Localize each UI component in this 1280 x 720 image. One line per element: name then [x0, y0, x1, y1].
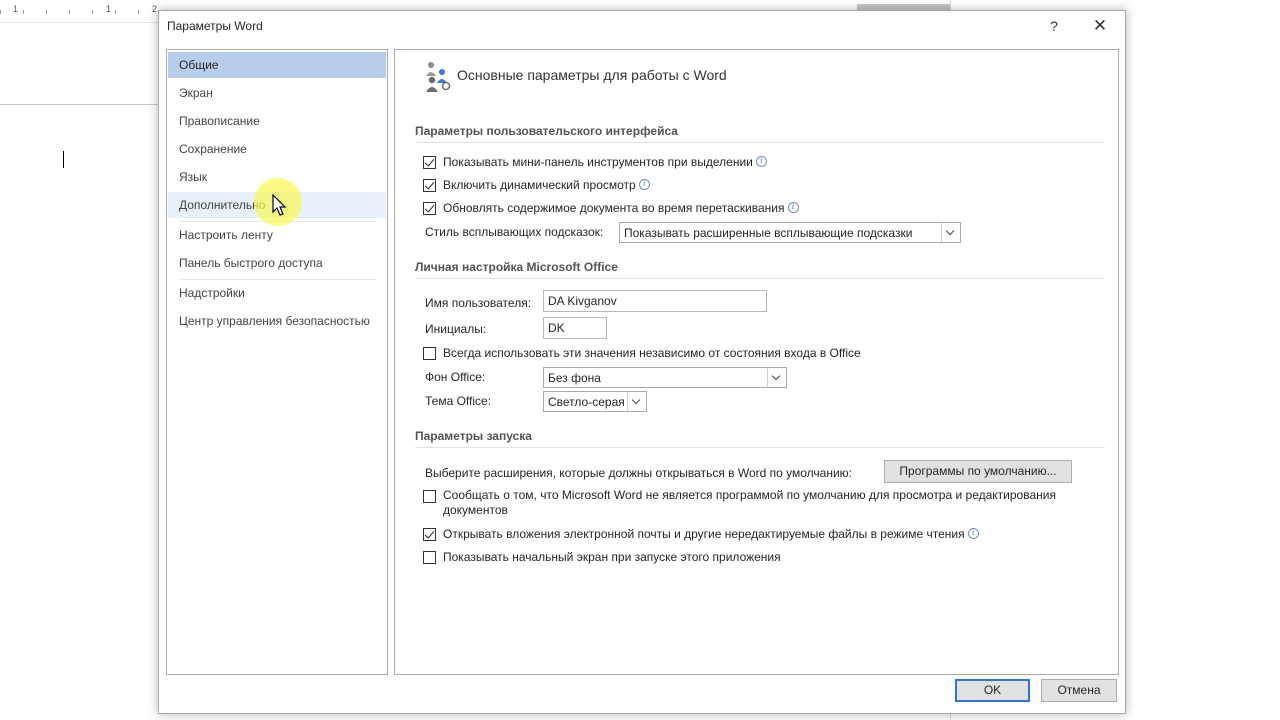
mini-toolbar-option[interactable]: Показывать мини-панель инструментов при …: [423, 153, 767, 171]
always-use-values-label: Всегда использовать эти значения независ…: [443, 346, 861, 360]
close-button[interactable]: ✕: [1089, 15, 1111, 37]
panel-heading: Основные параметры для работы с Word: [457, 67, 727, 83]
open-attachments-reading-option[interactable]: Открывать вложения электронной почты и д…: [423, 525, 979, 543]
nav-item-save[interactable]: Сохранение: [168, 136, 386, 162]
ruler-number: 1: [106, 4, 112, 14]
mini-toolbar-checkbox[interactable]: [423, 155, 436, 169]
options-category-list: Общие Экран Правописание Сохранение Язык…: [166, 49, 388, 675]
nav-item-advanced[interactable]: Дополнительно: [168, 192, 386, 218]
section-ui-options: Параметры пользовательского интерфейса: [415, 124, 678, 138]
chevron-down-icon[interactable]: [627, 392, 646, 411]
username-input[interactable]: [543, 290, 767, 312]
notify-not-default-label: Сообщать о том, что Microsoft Word не яв…: [443, 488, 1056, 518]
office-theme-value: Светло-серая: [548, 395, 625, 409]
open-attachments-reading-checkbox[interactable]: [423, 527, 436, 541]
notify-not-default-option[interactable]: Сообщать о том, что Microsoft Word не яв…: [423, 488, 1056, 522]
chevron-down-icon[interactable]: [767, 368, 786, 387]
chevron-down-icon[interactable]: [941, 223, 960, 242]
notify-not-default-checkbox[interactable]: [423, 490, 436, 503]
nav-item-display[interactable]: Экран: [168, 80, 386, 106]
show-start-screen-option[interactable]: Показывать начальный экран при запуске э…: [423, 548, 781, 566]
notify-label-line1: Сообщать о том, что Microsoft Word не яв…: [443, 488, 1056, 502]
show-start-screen-label: Показывать начальный экран при запуске э…: [443, 550, 781, 564]
update-while-dragging-option[interactable]: Обновлять содержимое документа во время …: [423, 199, 799, 217]
info-icon: i: [638, 178, 650, 190]
initials-label: Инициалы:: [425, 322, 487, 336]
tooltip-style-dropdown[interactable]: Показывать расширенные всплывающие подск…: [619, 222, 961, 243]
live-preview-label: Включить динамический просмотр: [443, 178, 636, 192]
text-caret: [63, 151, 64, 168]
section-divider: [415, 447, 1105, 448]
office-background-value: Без фона: [548, 371, 601, 385]
info-icon: i: [787, 201, 799, 213]
show-start-screen-checkbox[interactable]: [423, 550, 436, 564]
dialog-title: Параметры Word: [167, 19, 263, 33]
nav-item-quick-access-toolbar[interactable]: Панель быстрого доступа: [168, 250, 386, 276]
nav-item-add-ins[interactable]: Надстройки: [168, 280, 386, 306]
ruler-number: 1: [13, 4, 19, 14]
nav-item-customize-ribbon[interactable]: Настроить ленту: [168, 222, 386, 248]
live-preview-checkbox[interactable]: [423, 178, 436, 192]
help-button[interactable]: ?: [1045, 15, 1063, 37]
ok-button[interactable]: OK: [955, 679, 1030, 702]
initials-input[interactable]: [543, 317, 607, 339]
tooltip-style-label: Стиль всплывающих подсказок:: [425, 225, 604, 239]
document-header-line: [0, 104, 158, 105]
info-icon: i: [967, 527, 979, 539]
username-label: Имя пользователя:: [425, 296, 532, 310]
nav-item-proofing[interactable]: Правописание: [168, 108, 386, 134]
people-settings-icon: [426, 62, 451, 92]
update-while-dragging-checkbox[interactable]: [423, 201, 436, 215]
live-preview-option[interactable]: Включить динамический просмотр i: [423, 176, 650, 194]
always-use-values-option[interactable]: Всегда использовать эти значения независ…: [423, 344, 861, 362]
word-options-dialog: Параметры Word ? ✕ Общие Экран Правописа…: [158, 10, 1126, 714]
nav-item-general[interactable]: Общие: [168, 52, 386, 78]
info-icon: i: [755, 155, 767, 167]
office-theme-dropdown[interactable]: Светло-серая: [543, 391, 647, 412]
ruler-number: 2: [152, 4, 158, 14]
general-options-panel: Основные параметры для работы с Word Пар…: [394, 49, 1119, 675]
always-use-values-checkbox[interactable]: [423, 346, 436, 360]
section-divider: [415, 142, 1105, 143]
office-background-dropdown[interactable]: Без фона: [543, 367, 787, 388]
default-programs-button[interactable]: Программы по умолчанию...: [884, 460, 1072, 483]
nav-item-trust-center[interactable]: Центр управления безопасностью: [168, 308, 386, 334]
update-while-dragging-label: Обновлять содержимое документа во время …: [443, 201, 785, 215]
default-extensions-label: Выберите расширения, которые должны откр…: [425, 466, 853, 480]
cancel-button[interactable]: Отмена: [1041, 679, 1117, 702]
section-startup-options: Параметры запуска: [415, 429, 532, 443]
notify-label-line2: документов: [443, 503, 508, 517]
tooltip-style-value: Показывать расширенные всплывающие подск…: [624, 226, 913, 240]
office-theme-label: Тема Office:: [425, 394, 492, 408]
nav-item-language[interactable]: Язык: [168, 164, 386, 190]
open-attachments-reading-label: Открывать вложения электронной почты и д…: [443, 527, 965, 541]
section-personalize-office: Личная настройка Microsoft Office: [415, 260, 618, 274]
office-background-label: Фон Office:: [425, 370, 486, 384]
mini-toolbar-label: Показывать мини-панель инструментов при …: [443, 155, 753, 169]
section-divider: [415, 278, 1105, 279]
